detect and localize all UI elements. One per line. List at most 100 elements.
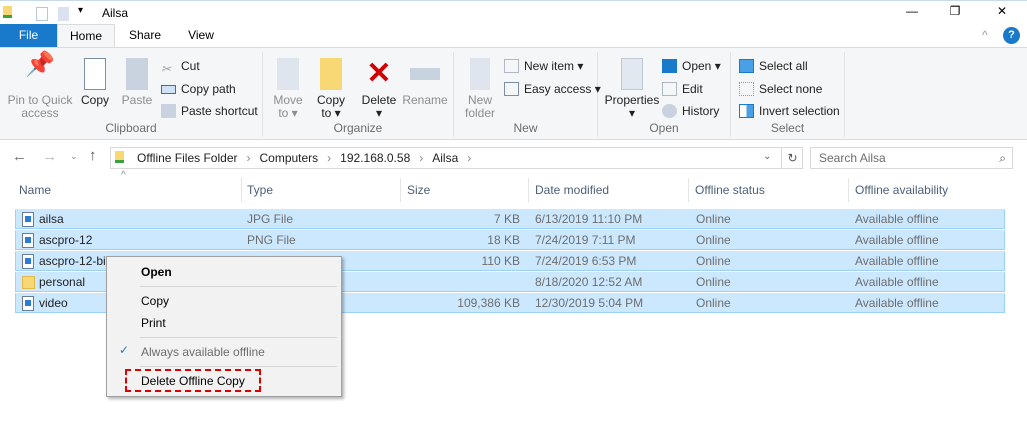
ribbon: 📌 Pin to Quick access Copy Paste ✂ Cut Cop… <box>0 47 1027 140</box>
copy-path-button[interactable]: Copy path <box>161 79 236 99</box>
restore-button[interactable]: ❐ <box>940 4 970 18</box>
column-type[interactable]: Type <box>247 180 273 200</box>
highlight-box <box>125 369 261 392</box>
file-date: 8/18/2020 12:52 AM <box>535 275 643 289</box>
file-offline-availability: Available offline <box>855 212 939 226</box>
menu-copy[interactable]: Copy <box>141 291 169 311</box>
minimize-button[interactable]: — <box>897 4 927 18</box>
copy-button[interactable]: Copy <box>76 58 114 107</box>
column-offline-availability[interactable]: Offline availability <box>855 180 948 200</box>
context-menu: Open Copy Print ✓ Always available offli… <box>106 256 342 397</box>
file-offline-status: Online <box>696 212 731 226</box>
pin-icon: 📌 <box>25 51 55 78</box>
file-name: personal <box>39 275 86 289</box>
new-item-button[interactable]: New item ▾ <box>504 56 583 76</box>
paste-icon <box>126 58 148 90</box>
title-bar: ▾ Ailsa — ❐ ✕ <box>0 0 1027 24</box>
pin-button[interactable]: 📌 Pin to Quick access <box>4 51 76 120</box>
breadcrumb-ailsa[interactable]: Ailsa <box>432 151 458 165</box>
forward-button[interactable]: → <box>42 148 57 165</box>
paste-shortcut-button[interactable]: Paste shortcut <box>161 101 258 121</box>
video-file-icon <box>22 296 34 311</box>
breadcrumb: Offline Files Folder › Computers › 192.168.0… <box>137 151 472 165</box>
customize-toolbar-icon[interactable]: ▾ <box>78 5 83 16</box>
ribbon-tabs: File Home Share View ^ ? <box>0 24 1027 48</box>
copy-to-icon <box>320 58 342 90</box>
back-button[interactable]: ← <box>12 148 27 165</box>
address-dropdown-icon[interactable]: ⌄ <box>763 151 771 162</box>
menu-open[interactable]: Open <box>141 262 172 282</box>
file-date: 7/24/2019 6:53 PM <box>535 254 637 268</box>
new-group: New folder New item ▾ Easy access ▾ New <box>454 52 601 137</box>
tab-file[interactable]: File <box>0 24 57 47</box>
help-icon[interactable]: ? <box>1003 27 1020 44</box>
select-none-button[interactable]: Select none <box>739 79 822 99</box>
paste-button[interactable]: Paste <box>118 58 156 107</box>
new-folder-quick-icon[interactable] <box>58 7 69 21</box>
tab-home[interactable]: Home <box>57 24 115 48</box>
select-group: Select all Select none Invert selection … <box>731 52 845 137</box>
breadcrumb-computers[interactable]: Computers <box>259 151 318 165</box>
search-input[interactable]: Search Ailsa ⌕ <box>810 147 1013 169</box>
open-button[interactable]: Open ▾ <box>662 56 721 76</box>
delete-button[interactable]: ✕ Delete ▾ <box>359 58 399 120</box>
properties-button[interactable]: Properties ▾ <box>604 58 660 120</box>
paste-shortcut-icon <box>161 104 176 118</box>
open-image-icon <box>662 59 677 73</box>
easy-access-button[interactable]: Easy access ▾ <box>504 79 601 99</box>
column-name[interactable]: Name <box>19 180 51 200</box>
rename-button[interactable]: Rename <box>401 58 449 107</box>
image-file-icon <box>22 254 34 269</box>
select-none-icon <box>739 82 754 96</box>
tab-share[interactable]: Share <box>118 24 172 47</box>
cut-button[interactable]: ✂ Cut <box>161 56 200 76</box>
file-row[interactable]: ailsa JPG File 7 KB 6/13/2019 11:10 PM O… <box>15 209 1005 229</box>
tab-view[interactable]: View <box>174 24 228 47</box>
rename-icon <box>410 68 440 80</box>
image-file-icon <box>22 212 34 227</box>
invert-selection-button[interactable]: Invert selection <box>739 101 840 121</box>
file-offline-availability: Available offline <box>855 296 939 310</box>
copy-to-button[interactable]: Copy to ▾ <box>313 58 349 120</box>
column-date[interactable]: Date modified <box>535 180 609 200</box>
select-all-button[interactable]: Select all <box>739 56 808 76</box>
organize-label: Organize <box>333 121 383 135</box>
new-item-icon <box>504 59 519 73</box>
properties-quick-icon[interactable] <box>36 7 48 21</box>
move-icon <box>277 58 299 90</box>
move-to-button[interactable]: Move to ▾ <box>269 58 307 120</box>
file-type: JPG File <box>247 212 294 226</box>
history-button[interactable]: History <box>662 101 719 121</box>
menu-always-available-offline[interactable]: Always available offline <box>141 342 265 362</box>
edit-icon <box>662 82 677 96</box>
address-bar[interactable]: Offline Files Folder › Computers › 192.168.0… <box>110 147 803 169</box>
up-button[interactable]: ↑ <box>89 147 97 164</box>
file-size: 7 KB <box>493 212 520 226</box>
column-size[interactable]: Size <box>407 180 430 200</box>
file-size: 110 KB <box>481 254 520 268</box>
new-folder-button[interactable]: New folder <box>460 58 500 120</box>
file-row[interactable]: ascpro-12 PNG File 18 KB 7/24/2019 7:11 … <box>15 230 1005 250</box>
delete-x-icon: ✕ <box>366 57 392 90</box>
file-size: 18 KB <box>487 233 520 247</box>
menu-print[interactable]: Print <box>141 313 166 333</box>
scissors-icon: ✂ <box>161 62 172 76</box>
file-size: 109,386 KB <box>457 296 520 310</box>
open-group: Properties ▾ Open ▾ Edit History Open <box>598 52 731 137</box>
close-button[interactable]: ✕ <box>987 4 1017 18</box>
properties-icon <box>621 58 643 90</box>
file-type: PNG File <box>247 233 296 247</box>
breadcrumb-ip[interactable]: 192.168.0.58 <box>340 151 410 165</box>
breadcrumb-offline-files[interactable]: Offline Files Folder <box>137 151 237 165</box>
edit-button[interactable]: Edit <box>662 79 703 99</box>
column-offline-status[interactable]: Offline status <box>695 180 765 200</box>
easy-access-icon <box>504 82 519 96</box>
search-icon: ⌕ <box>999 151 1006 165</box>
image-file-icon <box>22 233 34 248</box>
collapse-ribbon-icon[interactable]: ^ <box>982 28 988 42</box>
file-offline-status: Online <box>696 296 731 310</box>
refresh-button[interactable]: ↻ <box>781 148 803 168</box>
recent-locations-button[interactable]: ⌄ <box>70 151 78 162</box>
open-label: Open <box>649 121 679 135</box>
file-offline-availability: Available offline <box>855 233 939 247</box>
